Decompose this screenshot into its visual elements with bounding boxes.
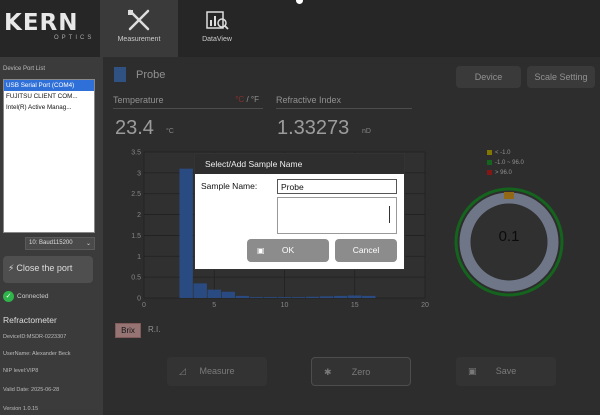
logo-main: KERN	[4, 10, 79, 36]
ok-button[interactable]: ▣ OK	[247, 239, 329, 262]
baud-select[interactable]: 10: Baud115200 ⌄	[25, 237, 95, 250]
baud-value: 10: Baud115200	[29, 240, 73, 246]
check-icon: ✓	[3, 291, 14, 302]
plug-icon: ⚡	[8, 263, 15, 273]
connection-status: Connected	[17, 293, 49, 300]
sidebar: Device Port List USB Serial Port (COM4) …	[0, 57, 103, 415]
port-list[interactable]: USB Serial Port (COM4) FUJITSU CLIENT CO…	[3, 79, 95, 233]
port-item[interactable]: USB Serial Port (COM4)	[4, 80, 94, 91]
valid-date: Valid Date: 2025-06-28	[3, 387, 60, 393]
cancel-button[interactable]: Cancel	[335, 239, 397, 262]
port-item[interactable]: Intel(R) Active Manag...	[4, 102, 94, 113]
tab-measurement[interactable]: Measurement	[100, 0, 178, 57]
tab-measurement-label: Measurement	[117, 36, 161, 43]
sample-name-list[interactable]	[277, 197, 397, 234]
sample-name-label: Sample Name:	[201, 181, 258, 191]
kern-logo: KERN OPTICS	[4, 10, 100, 44]
version: Version 1.0.15	[3, 406, 39, 412]
status-dot	[296, 0, 303, 4]
top-bar: KERN OPTICS Measurement DataView	[0, 0, 600, 57]
save-icon: ▣	[257, 246, 265, 255]
device-section-title: Refractometer	[3, 315, 57, 325]
sample-name-input[interactable]: Probe	[277, 179, 397, 194]
close-port-label: Close the port	[16, 263, 73, 273]
close-port-button[interactable]: ⚡ Close the port	[3, 256, 93, 283]
dialog-title: Select/Add Sample Name	[195, 154, 404, 174]
user-name: UserName: Alexander Beck	[3, 351, 71, 357]
logo-sub: OPTICS	[54, 35, 95, 41]
ok-label: OK	[281, 245, 295, 255]
port-list-label: Device Port List	[3, 66, 46, 72]
nip-level: NIP level:VIP8	[3, 368, 39, 374]
port-item[interactable]: FUJITSU CLIENT COM...	[4, 91, 94, 102]
measurement-tools-icon	[128, 9, 150, 31]
device-id: DeviceID:MSDR-0223307	[3, 334, 67, 340]
tab-dataview-label: DataView	[202, 36, 232, 43]
sample-name-dialog: Select/Add Sample Name Sample Name: Prob…	[194, 153, 405, 270]
chevron-down-icon: ⌄	[85, 241, 91, 247]
chart-search-icon	[206, 11, 229, 30]
text-caret	[389, 206, 390, 223]
tab-dataview[interactable]: DataView	[178, 0, 256, 57]
